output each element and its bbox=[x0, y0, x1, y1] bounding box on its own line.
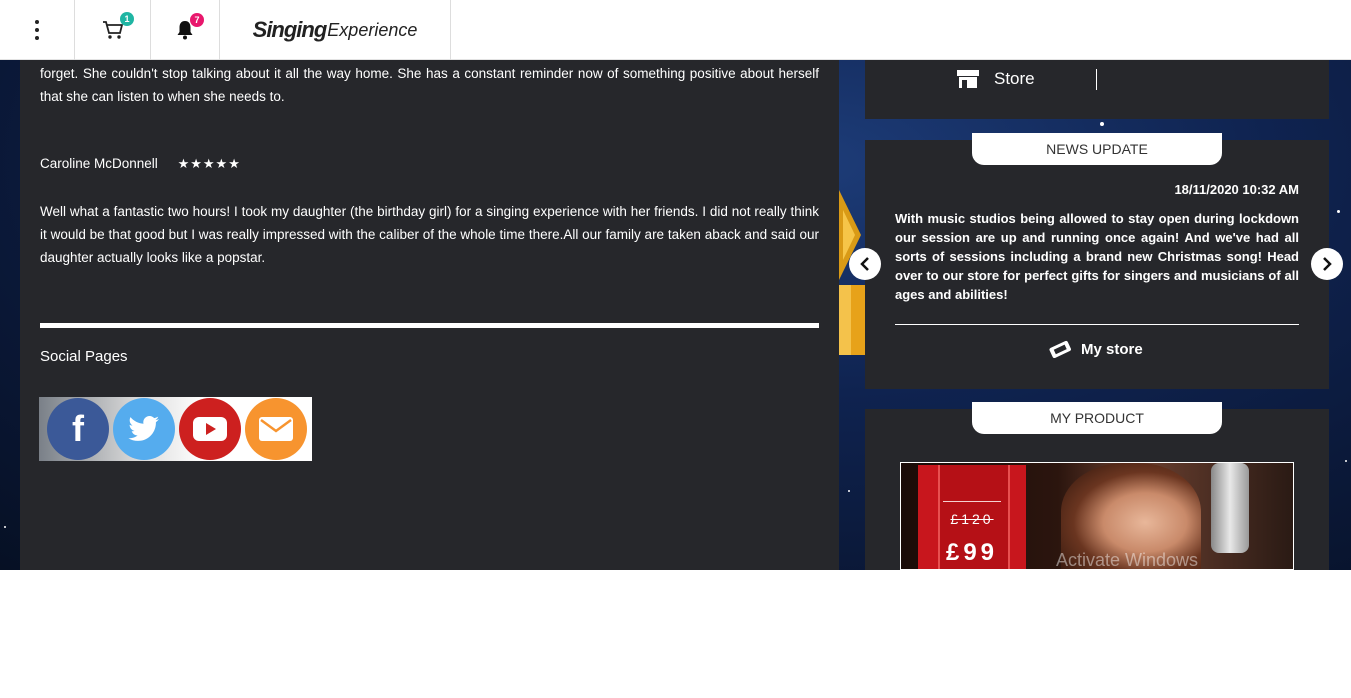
product-tab-label: MY PRODUCT bbox=[972, 402, 1222, 434]
review-text-partial: forget. She couldn't stop talking about … bbox=[40, 66, 819, 104]
reviews-panel: forget. She couldn't stop talking about … bbox=[20, 60, 839, 570]
facebook-icon[interactable]: f bbox=[47, 398, 109, 460]
logo-regular-text: Experience bbox=[327, 19, 418, 40]
logo-bold-text: Singing bbox=[252, 17, 328, 42]
chevron-left-icon bbox=[860, 257, 869, 271]
email-icon[interactable] bbox=[245, 398, 307, 460]
old-price: £120 bbox=[950, 511, 994, 527]
my-store-link[interactable]: My store bbox=[1048, 340, 1143, 358]
news-panel: NEWS UPDATE 18/11/2020 10:32 AM With mus… bbox=[849, 133, 1343, 389]
twitter-icon[interactable] bbox=[113, 398, 175, 460]
store-separator bbox=[1096, 69, 1097, 90]
store-button[interactable]: Store bbox=[956, 68, 1035, 90]
star bbox=[4, 526, 6, 528]
notification-count-badge: 7 bbox=[190, 13, 204, 27]
review-text: Well what a fantastic two hours! I took … bbox=[40, 204, 819, 265]
reviewer-name: Caroline McDonnell bbox=[40, 156, 158, 171]
reviewer-row: Caroline McDonnell ★★★★★ bbox=[40, 156, 241, 172]
chevron-right-icon bbox=[1323, 257, 1332, 271]
news-next-button[interactable] bbox=[1311, 248, 1343, 280]
social-icons-bar: f bbox=[39, 397, 312, 461]
news-prev-button[interactable] bbox=[849, 248, 881, 280]
star bbox=[1100, 122, 1104, 126]
news-date: 18/11/2020 10:32 AM bbox=[1174, 182, 1299, 197]
cart-count-badge: 1 bbox=[120, 12, 134, 26]
store-icon bbox=[957, 70, 979, 88]
top-header: 1 7 Singing Experience bbox=[0, 0, 1351, 60]
notifications-button[interactable]: 7 bbox=[151, 0, 220, 60]
store-panel: Store bbox=[865, 60, 1329, 119]
cart-icon bbox=[102, 21, 123, 39]
product-panel: MY PRODUCT £120 £99 bbox=[865, 402, 1329, 570]
price-ribbon: £120 £99 bbox=[918, 465, 1026, 569]
social-pages-heading: Social Pages bbox=[40, 348, 128, 365]
my-store-label: My store bbox=[1081, 340, 1143, 358]
news-divider bbox=[895, 324, 1299, 325]
rating-stars: ★★★★★ bbox=[177, 156, 241, 171]
more-vertical-icon bbox=[35, 20, 39, 40]
cart-button[interactable]: 1 bbox=[75, 0, 151, 60]
ticket-icon bbox=[1049, 340, 1071, 358]
price: £99 bbox=[945, 539, 999, 566]
activate-windows-watermark: Activate Windows bbox=[1056, 550, 1199, 570]
logo[interactable]: Singing Experience bbox=[220, 0, 451, 60]
star bbox=[1337, 210, 1340, 213]
star bbox=[1345, 460, 1347, 462]
news-body: With music studios being allowed to stay… bbox=[895, 211, 1299, 302]
news-tab-label: NEWS UPDATE bbox=[972, 133, 1222, 165]
section-divider bbox=[40, 323, 819, 328]
star bbox=[848, 490, 850, 492]
menu-button[interactable] bbox=[0, 0, 75, 60]
store-label: Store bbox=[994, 69, 1035, 88]
youtube-icon[interactable] bbox=[179, 398, 241, 460]
background-stage: forget. She couldn't stop talking about … bbox=[0, 60, 1351, 570]
